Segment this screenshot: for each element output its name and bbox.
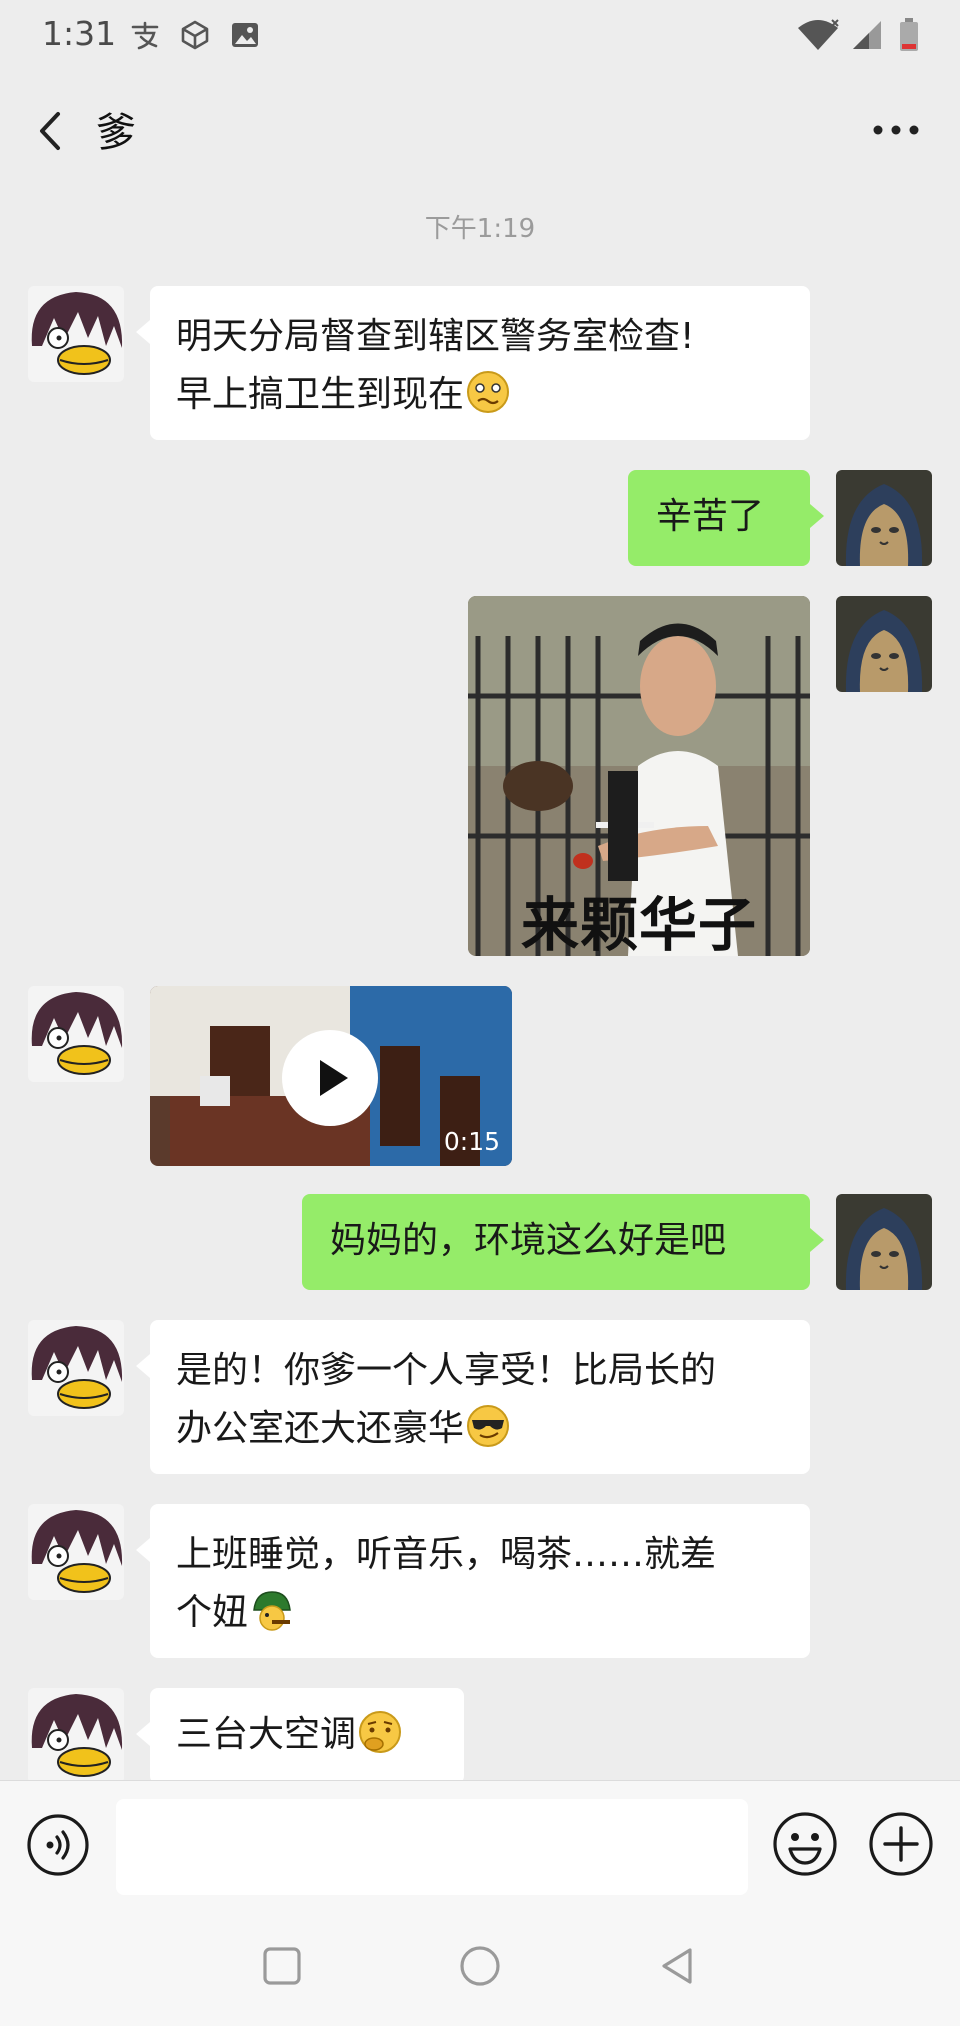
message-bubble-received[interactable]: 三台大空调 xyxy=(136,1688,464,1780)
system-navigation-bar xyxy=(0,1906,960,2026)
message-input-bar xyxy=(0,1780,960,1906)
contact-avatar[interactable] xyxy=(28,986,124,1082)
status-time: 1:31 xyxy=(42,14,117,53)
message-text-line: 辛苦了 xyxy=(656,496,765,537)
my-avatar[interactable] xyxy=(836,596,932,692)
message-text-line: 妈妈的，环境这么好是吧 xyxy=(330,1220,727,1261)
more-functions-plus-icon[interactable] xyxy=(868,1811,934,1877)
battery-icon xyxy=(896,18,922,52)
play-icon[interactable] xyxy=(282,1030,378,1126)
message-list[interactable]: 下午1:19 明天分局督查到辖区警务室检查! 早上搞卫生到现在 辛苦了 来颗华子… xyxy=(0,190,960,1780)
my-avatar[interactable] xyxy=(836,1194,932,1290)
status-bar: 1:31 xyxy=(0,0,960,70)
message-bubble-sent[interactable]: 辛苦了 xyxy=(628,470,824,566)
sticker-caption: 来颗华子 xyxy=(520,891,757,956)
message-timestamp: 下午1:19 xyxy=(424,214,536,244)
voice-input-icon[interactable] xyxy=(26,1813,90,1877)
emoji-button-icon[interactable] xyxy=(772,1811,838,1877)
message-bubble-received[interactable]: 是的！你爹一个人享受！比局长的 办公室还大还豪华 xyxy=(136,1320,810,1474)
home-icon[interactable] xyxy=(458,1944,502,1988)
recent-apps-icon[interactable] xyxy=(262,1946,302,1986)
message-text-line: 三台大空调 xyxy=(176,1714,357,1755)
chat-title: 爹 xyxy=(96,110,136,156)
image-icon xyxy=(228,18,262,52)
more-options-icon[interactable] xyxy=(868,110,924,150)
message-bubble-sent[interactable]: 妈妈的，环境这么好是吧 xyxy=(302,1194,824,1290)
message-text-line: 上班睡觉，听音乐，喝茶……就差 xyxy=(176,1534,717,1575)
thinking-icon xyxy=(358,1710,402,1754)
contact-avatar[interactable] xyxy=(28,1320,124,1416)
message-bubble-received[interactable]: 明天分局督查到辖区警务室检查! 早上搞卫生到现在 xyxy=(136,286,810,440)
video-message[interactable]: 0:15 xyxy=(150,986,512,1166)
woozy-face-icon xyxy=(466,370,510,414)
cube-icon xyxy=(178,18,212,52)
signal-icon xyxy=(850,18,884,52)
contact-avatar[interactable] xyxy=(28,286,124,382)
message-text-line: 早上搞卫生到现在 xyxy=(176,374,465,415)
back-nav-icon[interactable] xyxy=(656,1944,700,1988)
message-text-line: 个妞 xyxy=(176,1592,249,1633)
sunglasses-icon xyxy=(466,1404,510,1448)
contact-avatar[interactable] xyxy=(28,1504,124,1600)
alipay-icon xyxy=(128,18,162,52)
chat-header: 爹 xyxy=(0,70,960,190)
message-input-field[interactable] xyxy=(116,1799,748,1895)
message-bubble-received[interactable]: 上班睡觉，听音乐，喝茶……就差 个妞 xyxy=(136,1504,810,1658)
my-avatar[interactable] xyxy=(836,470,932,566)
message-text-line: 办公室还大还豪华 xyxy=(176,1408,465,1449)
message-text-line: 是的！你爹一个人享受！比局长的 xyxy=(176,1350,717,1391)
contact-avatar[interactable] xyxy=(28,1688,124,1780)
back-icon[interactable] xyxy=(28,106,78,156)
video-duration: 0:15 xyxy=(443,1127,500,1156)
message-text-line: 明天分局督查到辖区警务室检查! xyxy=(176,316,695,357)
sticker-image[interactable]: 来颗华子 xyxy=(468,596,810,956)
wifi-icon xyxy=(796,18,840,52)
cigar-turtle-icon xyxy=(250,1588,294,1632)
